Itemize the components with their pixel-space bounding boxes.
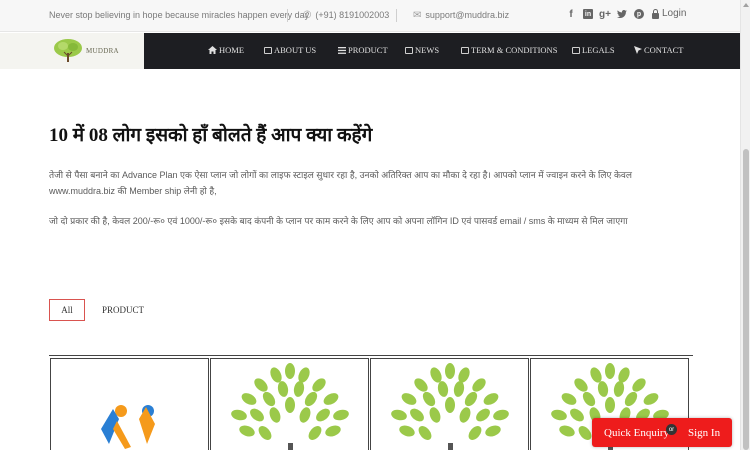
- card-icon: [572, 46, 580, 54]
- tree-logo-icon: [54, 39, 82, 62]
- scrollbar-thumb[interactable]: [743, 149, 749, 450]
- twitter-icon[interactable]: [617, 8, 627, 20]
- main-nav: HOME ABOUT US PRODUCT NEWS TERM & CONDIT…: [144, 33, 740, 69]
- intro-paragraph: तेजी से पैसा बनाने का Advance Plan एक ऐस…: [49, 170, 632, 196]
- cursor-icon: [634, 46, 642, 54]
- linkedin-icon[interactable]: in: [583, 9, 593, 19]
- tree-image: [391, 363, 509, 450]
- login-label: Login: [662, 8, 687, 19]
- sign-in-button[interactable]: Sign In: [688, 427, 720, 439]
- or-badge: or: [666, 424, 677, 435]
- social-links: f in g+ p: [566, 8, 644, 20]
- card-icon: [264, 46, 272, 54]
- gallery-card[interactable]: [210, 358, 369, 450]
- login-link[interactable]: Login: [652, 8, 686, 19]
- quick-enquiry-widget: Quick Enquiry or Sign In: [592, 418, 732, 447]
- tagline: Never stop believing in hope because mir…: [49, 10, 310, 20]
- lock-icon: [652, 8, 659, 19]
- nav-label: TERM & CONDITIONS: [471, 45, 558, 55]
- card-icon: [405, 46, 413, 54]
- logo-text: MUDDRA: [86, 47, 119, 55]
- top-info-bar: Never stop believing in hope because mir…: [0, 0, 740, 32]
- nav-contact[interactable]: CONTACT: [634, 45, 683, 55]
- gallery-card[interactable]: [370, 358, 529, 450]
- membership-paragraph: जो दो प्रकार की है, केवल 200/-रू० एवं 10…: [49, 216, 628, 226]
- nav-label: LEGALS: [582, 45, 615, 55]
- nav-label: PRODUCT: [348, 45, 388, 55]
- logo[interactable]: MUDDRA: [0, 33, 144, 69]
- facebook-icon[interactable]: f: [566, 8, 576, 20]
- gallery-filters: All PRODUCT: [49, 299, 144, 321]
- filter-product-button[interactable]: PRODUCT: [102, 305, 144, 315]
- people-logo-image: [101, 405, 155, 449]
- page-title: 10 में 08 लोग इसको हाँ बोलते हैं आप क्या…: [49, 125, 373, 146]
- filter-all-button[interactable]: All: [49, 299, 85, 321]
- nav-label: NEWS: [415, 45, 440, 55]
- nav-label: ABOUT US: [274, 45, 317, 55]
- email-text: support@muddra.biz: [425, 10, 510, 20]
- nav-news[interactable]: NEWS: [405, 45, 439, 55]
- nav-home[interactable]: HOME: [208, 45, 244, 55]
- phone-number[interactable]: ✆ (+91) 8191002003: [303, 10, 389, 21]
- envelope-icon: ✉: [413, 10, 422, 21]
- header-nav: MUDDRA HOME ABOUT US PRODUCT NEWS TERM &…: [0, 33, 740, 69]
- home-icon: [208, 46, 217, 54]
- nav-legals[interactable]: LEGALS: [572, 45, 615, 55]
- nav-label: CONTACT: [644, 45, 684, 55]
- divider: [287, 9, 288, 22]
- page-scrollbar[interactable]: [740, 0, 750, 450]
- tree-image: [231, 363, 349, 450]
- phone-text: (+91) 8191002003: [315, 10, 390, 20]
- nav-about-us[interactable]: ABOUT US: [264, 45, 316, 55]
- nav-label: HOME: [219, 45, 245, 55]
- scroll-up-arrow-icon[interactable]: [743, 3, 749, 7]
- google-plus-icon[interactable]: g+: [599, 8, 611, 20]
- list-icon: [338, 46, 346, 54]
- nav-terms[interactable]: TERM & CONDITIONS: [461, 45, 557, 55]
- card-icon: [461, 46, 469, 54]
- divider: [396, 9, 397, 22]
- phone-icon: ✆: [303, 10, 312, 21]
- gallery-card[interactable]: [50, 358, 209, 450]
- nav-product[interactable]: PRODUCT: [338, 45, 388, 55]
- quick-enquiry-button[interactable]: Quick Enquiry: [604, 427, 669, 439]
- pinterest-icon[interactable]: p: [634, 9, 644, 19]
- email-address[interactable]: ✉ support@muddra.biz: [413, 10, 509, 21]
